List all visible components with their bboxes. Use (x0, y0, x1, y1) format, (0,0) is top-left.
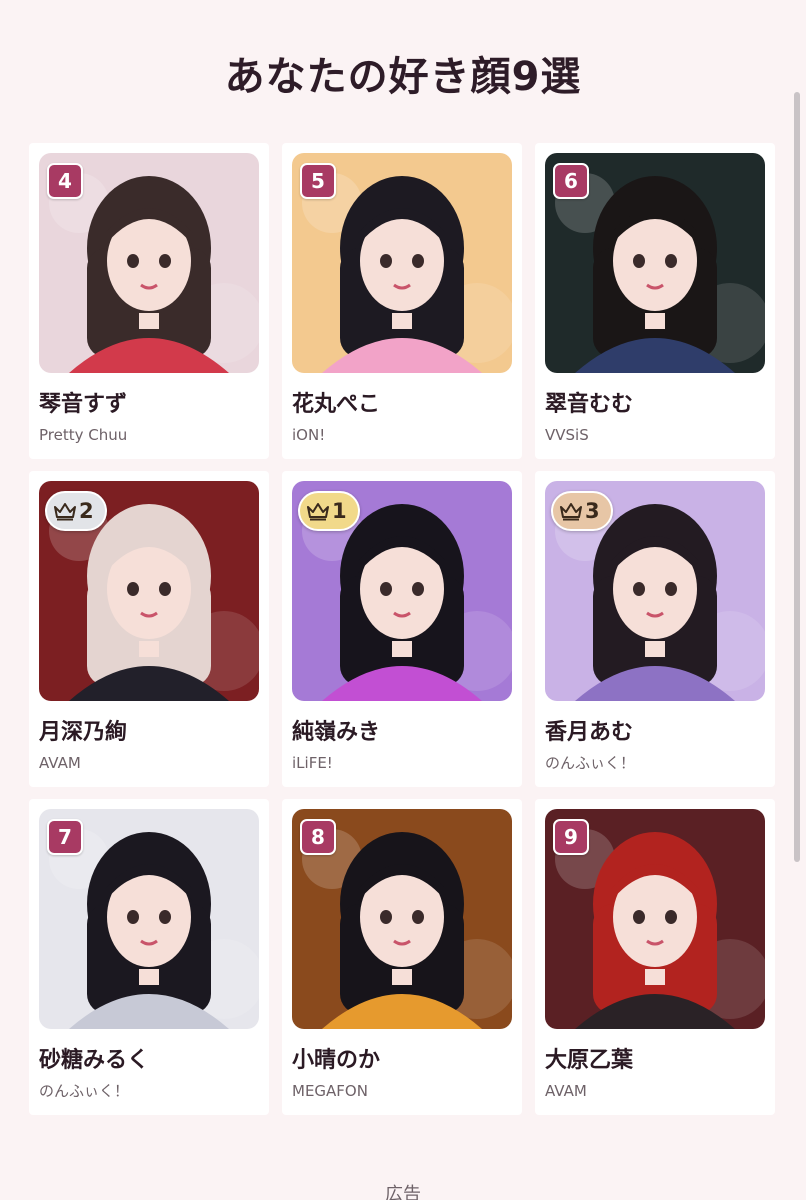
rank-badge: 3 (551, 491, 613, 531)
member-photo[interactable]: 6 (545, 153, 765, 373)
crown-icon (560, 503, 582, 521)
group-name: AVAM (39, 754, 81, 772)
ranking-card[interactable]: 7 砂糖みるくのんふぃく！ (29, 799, 269, 1115)
member-photo[interactable]: 3 (545, 481, 765, 701)
ranking-card[interactable]: 2 月深乃絢 AVAM (29, 471, 269, 787)
scrollbar[interactable] (794, 92, 800, 862)
group-name: iLiFE! (292, 754, 333, 772)
ranking-grid: 4 琴音すず Pretty Chuu 5 花丸ぺこ iON! 6 翠音むむ VVSiS 2 月深乃絢… (29, 143, 775, 1115)
rank-number: 3 (585, 499, 600, 523)
group-name: のんふぃく！ (545, 754, 636, 772)
member-name[interactable]: 月深乃絢 (39, 719, 259, 747)
rank-badge: 4 (47, 163, 83, 199)
rank-badge: 1 (298, 491, 360, 531)
group-name: VVSiS (545, 426, 589, 444)
rank-badge: 5 (300, 163, 336, 199)
member-name[interactable]: 琴音すず (39, 391, 259, 419)
rank-badge: 6 (553, 163, 589, 199)
group-name: のんふぃく！ (39, 1082, 130, 1100)
rank-badge: 2 (45, 491, 107, 531)
ranking-card[interactable]: 3 香月あむのんふぃく！ (535, 471, 775, 787)
rank-badge: 9 (553, 819, 589, 855)
member-photo[interactable]: 7 (39, 809, 259, 1029)
ranking-card[interactable]: 4 琴音すず Pretty Chuu (29, 143, 269, 459)
ranking-card[interactable]: 8 小晴のか MEGAFON (282, 799, 522, 1115)
page-title: あなたの好き顔9選 (224, 54, 582, 100)
member-name[interactable]: 大原乙葉 (545, 1047, 765, 1075)
rank-number: 2 (79, 499, 94, 523)
crown-icon (307, 503, 329, 521)
member-name[interactable]: 小晴のか (292, 1047, 512, 1075)
member-photo[interactable]: 8 (292, 809, 512, 1029)
member-name[interactable]: 翠音むむ (545, 391, 765, 419)
member-photo[interactable]: 9 (545, 809, 765, 1029)
page: あなたの好き顔9選 4 琴音すず Pretty Chuu 5 花丸ぺこ iON! 6 翠音むむ… (0, 0, 806, 1200)
ad-label: 広告 (385, 1184, 421, 1200)
rank-badge: 8 (300, 819, 336, 855)
group-name: AVAM (545, 1082, 587, 1100)
group-name: MEGAFON (292, 1082, 368, 1100)
ranking-card[interactable]: 6 翠音むむ VVSiS (535, 143, 775, 459)
group-name: Pretty Chuu (39, 426, 128, 444)
rank-number: 1 (332, 499, 347, 523)
member-name[interactable]: 花丸ぺこ (292, 391, 512, 419)
ranking-card[interactable]: 1 純嶺みき iLiFE! (282, 471, 522, 787)
member-name[interactable]: 砂糖みるく (39, 1047, 259, 1075)
ranking-card[interactable]: 9 大原乙葉 AVAM (535, 799, 775, 1115)
member-photo[interactable]: 4 (39, 153, 259, 373)
member-photo[interactable]: 2 (39, 481, 259, 701)
member-name[interactable]: 香月あむ (545, 719, 765, 747)
group-name: iON! (292, 426, 326, 444)
rank-badge: 7 (47, 819, 83, 855)
crown-icon (54, 503, 76, 521)
member-photo[interactable]: 5 (292, 153, 512, 373)
ranking-card[interactable]: 5 花丸ぺこ iON! (282, 143, 522, 459)
member-name[interactable]: 純嶺みき (292, 719, 512, 747)
member-photo[interactable]: 1 (292, 481, 512, 701)
